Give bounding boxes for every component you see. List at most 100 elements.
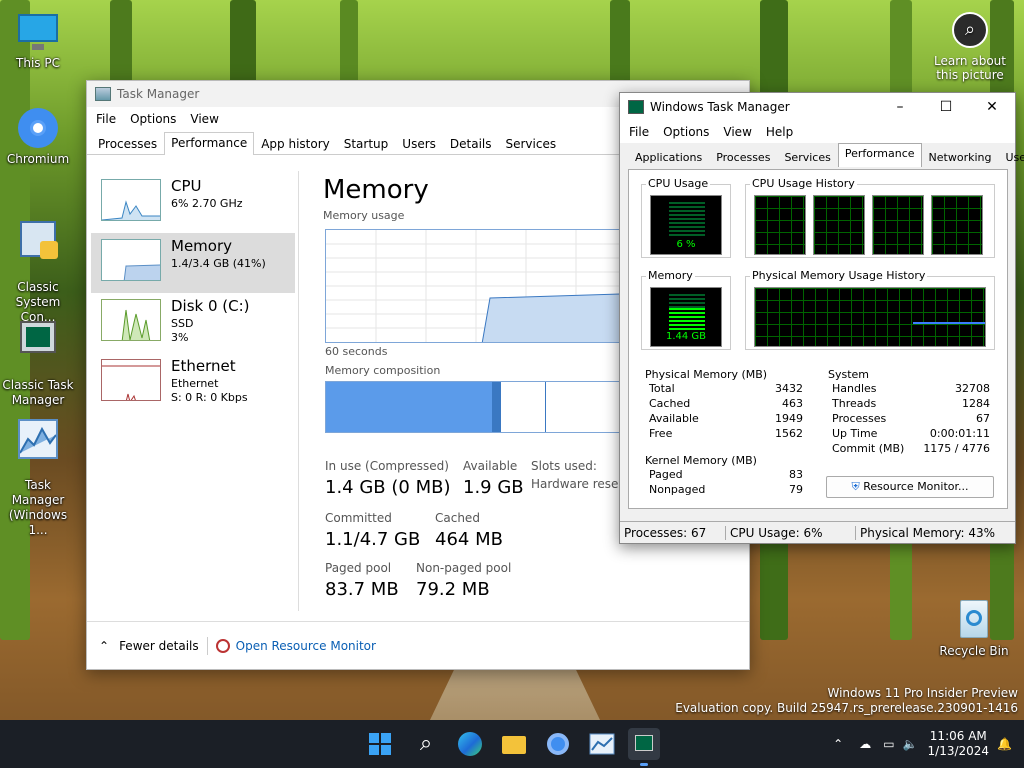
ctm-performance-panel: CPU Usage 6 % CPU Usage History Memory 1… — [628, 169, 1008, 509]
resource-monitor-icon — [215, 638, 230, 653]
memory-meter: 1.44 GB — [650, 287, 722, 347]
ctm-statusbar: Processes: 67 CPU Usage: 6% Physical Mem… — [620, 521, 1015, 543]
pm-row: Available 1949 — [649, 412, 803, 425]
system-row: Commit (MB) 1175 / 4776 — [832, 442, 990, 455]
status-physical-memory: Physical Memory: 43% — [860, 525, 996, 540]
tab-details[interactable]: Details — [443, 133, 499, 154]
task-manager-icon — [628, 100, 644, 114]
memory-sparkline — [101, 239, 161, 281]
fewer-details-link[interactable]: Fewer details — [119, 639, 199, 653]
tab-startup[interactable]: Startup — [337, 133, 396, 154]
menu-options[interactable]: Options — [123, 112, 183, 126]
volume-icon[interactable]: 🔈 — [903, 737, 918, 751]
ctm-tab-networking[interactable]: Networking — [922, 147, 999, 167]
network-icon[interactable]: ▭ — [883, 737, 894, 751]
clock[interactable]: 11:06 AM 1/13/2024 — [928, 729, 990, 759]
chromium-icon[interactable] — [542, 728, 574, 760]
physical-memory-rows: Total 3432 Cached 463 Available 1949 Free 15… — [641, 381, 809, 441]
ctm-tab-services[interactable]: Services — [777, 147, 837, 167]
shield-icon: ⛨ — [851, 480, 860, 493]
watermark: Windows 11 Pro Insider Preview Evaluatio… — [675, 686, 1018, 715]
ctm-menu-options[interactable]: Options — [656, 125, 716, 139]
kernel-row: Nonpaged 79 — [649, 483, 803, 496]
notification-bell-icon[interactable]: 🔔 — [997, 737, 1012, 751]
monitor-icon — [16, 10, 60, 54]
open-resource-monitor-link[interactable]: Open Resource Monitor — [236, 639, 376, 653]
menu-file[interactable]: File — [89, 112, 123, 126]
tab-users[interactable]: Users — [395, 133, 443, 154]
stat-cached: Cached 464 MB — [435, 511, 503, 550]
desktop-icon-this-pc[interactable]: This PC — [0, 10, 76, 71]
menu-view[interactable]: View — [183, 112, 225, 126]
ctm-tab-applications[interactable]: Applications — [628, 147, 709, 167]
tab-processes[interactable]: Processes — [91, 133, 164, 154]
kernel-memory-group: Kernel Memory (MB) Paged 83 Nonpaged 79 — [645, 454, 803, 496]
resource-cpu[interactable]: CPU 6% 2.70 GHz — [91, 173, 295, 233]
desktop-icon-task-manager[interactable]: Task Manager (Windows 1... — [0, 402, 76, 553]
desktop-icon-recycle-bin[interactable]: Recycle Bin — [936, 598, 1012, 659]
tab-app-history[interactable]: App history — [254, 133, 337, 154]
ctm-tab-performance[interactable]: Performance — [837, 143, 922, 167]
resource-monitor-button[interactable]: ⛨ Resource Monitor... — [826, 476, 994, 498]
system-row: Handles 32708 — [832, 382, 990, 395]
resource-disk[interactable]: Disk 0 (C:) SSD 3% — [91, 293, 295, 353]
start-button[interactable] — [364, 728, 396, 760]
stat-committed: Committed 1.1/4.7 GB — [325, 511, 421, 550]
stat-nonpaged-pool: Non-paged pool 79.2 MB — [416, 561, 512, 600]
folder-icon[interactable] — [498, 728, 530, 760]
pm-row: Free 1562 — [649, 427, 803, 440]
memory-history-group: Physical Memory Usage History — [745, 269, 995, 350]
pm-row: Total 3432 — [649, 382, 803, 395]
classic-task-manager-window[interactable]: Windows Task Manager – ☐ ✕ File Options … — [619, 92, 1024, 544]
task-manager-icon — [16, 317, 60, 361]
cpu-history-graph-1 — [754, 195, 806, 255]
search-icon[interactable]: ⌕ — [410, 728, 442, 760]
close-button[interactable]: ✕ — [969, 99, 1015, 115]
cpu-usage-meter: 6 % — [650, 195, 722, 255]
cpu-history-graph-3 — [872, 195, 924, 255]
chevron-up-icon[interactable]: ⌃ — [99, 639, 109, 653]
learn-about-picture[interactable]: ⌕ Learn about this picture — [930, 12, 1010, 82]
ctm-tab-processes[interactable]: Processes — [709, 147, 777, 167]
task-manager-icon[interactable] — [628, 728, 660, 766]
recycle-bin-icon — [952, 598, 996, 642]
camera-icon: ⌕ — [952, 12, 988, 48]
memory-detail: Memory Memory usage — [323, 175, 429, 222]
tab-services[interactable]: Services — [499, 133, 564, 154]
memory-group: Memory 1.44 GB — [641, 269, 731, 350]
ctm-menu-file[interactable]: File — [622, 125, 656, 139]
task-manager-chart-icon[interactable] — [586, 728, 618, 760]
ctm-menu-view[interactable]: View — [716, 125, 758, 139]
status-processes: Processes: 67 — [620, 525, 726, 540]
page-title: Memory — [323, 175, 429, 205]
minimize-button[interactable]: – — [877, 99, 923, 115]
ctm-menubar: File Options View Help — [620, 121, 1015, 143]
cpu-history-graph-4 — [931, 195, 983, 255]
chromium-icon — [16, 106, 60, 150]
cpu-history-group: CPU Usage History — [745, 177, 995, 258]
cpu-history-graph-2 — [813, 195, 865, 255]
task-manager-chart-icon — [95, 87, 111, 101]
system-tray: ⌃ ☁ ▭ 🔈 11:06 AM 1/13/2024 🔔 — [833, 720, 1024, 768]
memory-usage-graph — [325, 229, 621, 343]
resource-memory[interactable]: Memory 1.4/3.4 GB (41%) — [91, 233, 295, 293]
kernel-row: Paged 83 — [649, 468, 803, 481]
tm-title: Task Manager — [117, 87, 200, 101]
stat-available: Available 1.9 GB — [463, 459, 524, 498]
ctm-tabs: Applications Processes Services Performa… — [620, 143, 1024, 167]
edge-icon[interactable] — [454, 728, 486, 760]
chevron-up-icon[interactable]: ⌃ — [833, 737, 843, 751]
cpu-usage-group: CPU Usage 6 % — [641, 177, 731, 258]
ctm-menu-help[interactable]: Help — [759, 125, 800, 139]
resource-ethernet[interactable]: Ethernet Ethernet S: 0 R: 0 Kbps — [91, 353, 295, 413]
maximize-button[interactable]: ☐ — [923, 99, 969, 115]
cloud-icon[interactable]: ☁ — [859, 737, 871, 751]
desktop-icon-chromium[interactable]: Chromium — [0, 106, 76, 167]
ctm-tab-users[interactable]: Users — [999, 147, 1024, 167]
ctm-titlebar[interactable]: Windows Task Manager – ☐ ✕ — [620, 93, 1015, 121]
cpu-sparkline — [101, 179, 161, 221]
memory-history-graph — [754, 287, 986, 347]
tab-performance[interactable]: Performance — [164, 132, 255, 155]
physical-memory-group: Physical Memory (MB) Total 3432 Cached 463… — [641, 368, 809, 442]
stat-paged-pool: Paged pool 83.7 MB — [325, 561, 399, 600]
